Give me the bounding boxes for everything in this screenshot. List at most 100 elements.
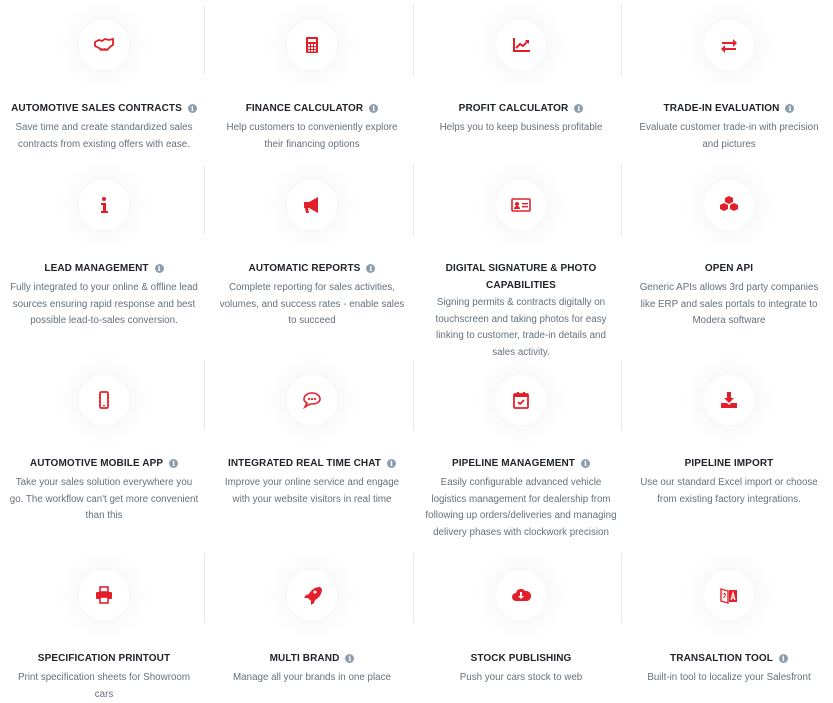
column-divider <box>204 165 205 235</box>
column-divider <box>621 5 622 75</box>
feature-title-text: INTEGRATED REAL TIME CHAT <box>227 458 382 469</box>
feature-icon-circle <box>704 180 754 230</box>
rocket-icon <box>304 587 322 605</box>
download-icon <box>721 392 737 408</box>
info-tooltip-icon[interactable]: i <box>785 104 795 113</box>
column-divider <box>413 5 414 75</box>
feature-description: Signing permits & contracts digitally on… <box>435 297 607 358</box>
feature-title: PIPELINE IMPORT <box>625 455 833 472</box>
column-divider <box>621 360 622 430</box>
feature-title-text: TRANSALTION TOOL <box>670 653 773 664</box>
feature-description: Generic APIs allows 3rd party companies … <box>639 282 819 326</box>
cubes-icon <box>720 196 738 211</box>
feature-title-text: LEAD MANAGEMENT <box>44 263 149 274</box>
feature-title-text: OPEN API <box>704 263 754 274</box>
info-tooltip-icon[interactable]: i <box>169 459 179 468</box>
calendar-check-icon <box>513 392 529 409</box>
feature-icon-circle <box>496 180 546 230</box>
feature-icon-circle <box>79 20 129 70</box>
feature-icon-circle <box>496 375 546 425</box>
feature-title-text: TRADE-IN EVALUATION <box>663 103 780 114</box>
feature-title: DIGITAL SIGNATURE & PHOTO CAPABILITIES <box>417 260 625 294</box>
feature-title: FINANCE CALCULATOR i <box>208 100 416 117</box>
feature-description: Easily configurable advanced vehicle log… <box>425 477 617 538</box>
feature-icon-circle <box>287 570 337 620</box>
feature-title: LEAD MANAGEMENT i <box>0 260 208 277</box>
feature-title-text: STOCK PUBLISHING <box>470 653 572 664</box>
column-divider <box>621 553 622 623</box>
feature-icon-circle <box>704 375 754 425</box>
feature-description: Take your sales solution everywhere you … <box>9 477 199 521</box>
feature-description: Evaluate customer trade-in with precisio… <box>639 122 819 150</box>
mobile-phone-icon <box>99 391 109 409</box>
info-tooltip-icon[interactable]: i <box>574 104 584 113</box>
info-tooltip-icon[interactable]: i <box>187 104 197 113</box>
feature-title: MULTI BRAND i <box>208 650 416 667</box>
feature-title: STOCK PUBLISHING <box>417 650 625 667</box>
info-tooltip-icon[interactable]: i <box>387 459 397 468</box>
printer-icon <box>96 586 112 604</box>
feature-description: Built-in tool to localize your Salesfron… <box>647 672 811 683</box>
info-tooltip-icon[interactable]: i <box>778 654 788 663</box>
line-chart-icon <box>513 38 530 52</box>
feature-title: AUTOMATIC REPORTS i <box>208 260 416 277</box>
column-divider <box>204 5 205 75</box>
feature-description: Push your cars stock to web <box>459 672 583 683</box>
column-divider <box>204 553 205 623</box>
info-tooltip-icon[interactable]: i <box>581 459 591 468</box>
feature-description: Manage all your brands in one place <box>233 672 391 683</box>
feature-description: Complete reporting for sales activities,… <box>219 282 405 326</box>
feature-icon-circle <box>496 20 546 70</box>
feature-title-text: AUTOMOTIVE MOBILE APP <box>29 458 164 469</box>
feature-title: TRADE-IN EVALUATION i <box>625 100 833 117</box>
feature-icon-circle <box>287 20 337 70</box>
feature-description: Fully integrated to your online & offlin… <box>10 282 198 326</box>
chat-bubble-icon <box>303 392 321 410</box>
feature-description: Help customers to conveniently explore t… <box>226 122 398 150</box>
feature-title-text: PIPELINE IMPORT <box>684 458 774 469</box>
cloud-download-icon <box>512 588 531 601</box>
column-divider <box>204 360 205 430</box>
feature-icon-circle <box>287 180 337 230</box>
feature-icon-circle <box>704 20 754 70</box>
feature-title-text: SPECIFICATION PRINTOUT <box>37 653 171 664</box>
feature-description: Save time and create standardized sales … <box>15 122 193 150</box>
feature-title: TRANSALTION TOOL i <box>625 650 833 667</box>
feature-title-text: AUTOMOTIVE SALES CONTRACTS <box>11 103 182 114</box>
feature-title: AUTOMOTIVE SALES CONTRACTS i <box>0 100 208 117</box>
column-divider <box>413 165 414 235</box>
feature-title-text: PROFIT CALCULATOR <box>458 103 569 114</box>
feature-description: Print specification sheets for Showroom … <box>17 672 191 700</box>
feature-icon-circle <box>496 570 546 620</box>
feature-icon-circle <box>704 570 754 620</box>
info-tooltip-icon[interactable]: i <box>366 264 376 273</box>
feature-title: AUTOMOTIVE MOBILE APP i <box>0 455 208 472</box>
id-card-icon <box>511 198 531 212</box>
feature-description: Use our standard Excel import or choose … <box>640 477 818 505</box>
feature-title: SPECIFICATION PRINTOUT <box>0 650 208 667</box>
info-icon <box>101 197 108 213</box>
feature-description: Improve your online service and engage w… <box>224 477 400 505</box>
info-tooltip-icon[interactable]: i <box>369 104 379 113</box>
column-divider <box>413 360 414 430</box>
feature-icon-circle <box>79 180 129 230</box>
feature-title-text: DIGITAL SIGNATURE & PHOTO CAPABILITIES <box>445 263 597 291</box>
info-tooltip-icon[interactable]: i <box>154 264 164 273</box>
feature-title-text: PIPELINE MANAGEMENT <box>451 458 576 469</box>
feature-title: INTEGRATED REAL TIME CHAT i <box>208 455 416 472</box>
feature-title: OPEN API <box>625 260 833 277</box>
feature-title: PROFIT CALCULATOR i <box>417 100 625 117</box>
column-divider <box>621 165 622 235</box>
feature-title-text: MULTI BRAND <box>269 653 340 664</box>
exchange-arrows-icon <box>721 39 737 53</box>
feature-icon-circle <box>79 375 129 425</box>
feature-title-text: AUTOMATIC REPORTS <box>248 263 361 274</box>
megaphone-icon <box>304 197 318 213</box>
handshake-icon <box>94 37 114 52</box>
info-tooltip-icon[interactable]: i <box>345 654 355 663</box>
column-divider <box>413 553 414 623</box>
feature-title: PIPELINE MANAGEMENT i <box>417 455 625 472</box>
calculator-icon <box>306 37 318 53</box>
feature-title-text: FINANCE CALCULATOR <box>245 103 364 114</box>
translate-icon <box>720 588 737 604</box>
